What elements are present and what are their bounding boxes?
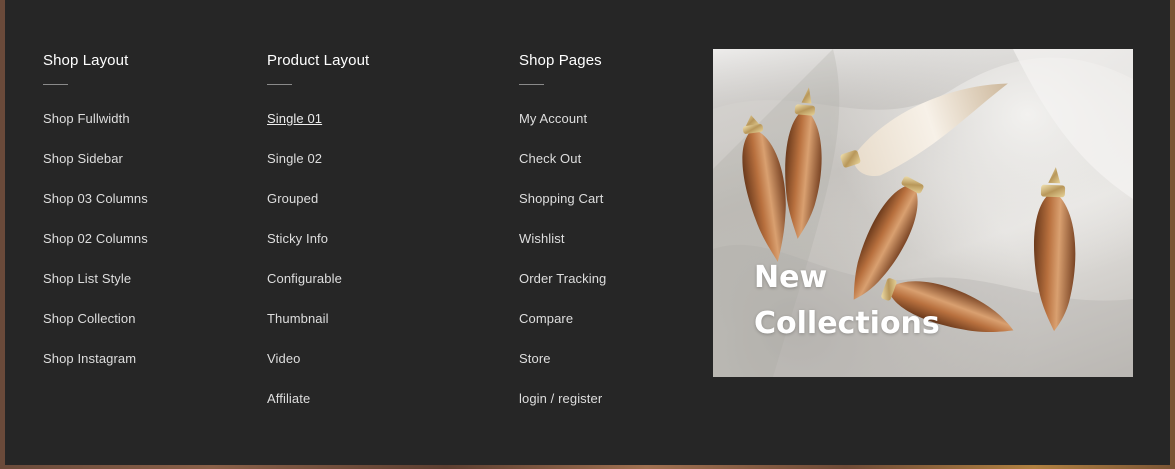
column-title: Shop Layout xyxy=(43,52,129,69)
column-title: Shop Pages xyxy=(519,52,602,69)
link-list: Shop Fullwidth Shop Sidebar Shop 03 Colu… xyxy=(43,110,243,390)
menu-link-my-account[interactable]: My Account xyxy=(519,111,587,127)
menu-link-video[interactable]: Video xyxy=(267,351,301,367)
banner-title-line-1: New xyxy=(754,260,828,295)
new-collections-banner[interactable]: New Collections xyxy=(713,49,1133,377)
title-underline xyxy=(43,84,68,85)
menu-link-shop-instagram[interactable]: Shop Instagram xyxy=(43,351,136,367)
menu-link-configurable[interactable]: Configurable xyxy=(267,271,342,287)
menu-link-shopping-cart[interactable]: Shopping Cart xyxy=(519,191,603,207)
column-shop-layout: Shop Layout Shop Fullwidth Shop Sidebar … xyxy=(43,52,243,390)
link-list: My Account Check Out Shopping Cart Wishl… xyxy=(519,110,689,430)
menu-link-check-out[interactable]: Check Out xyxy=(519,151,581,167)
link-list: Single 01 Single 02 Grouped Sticky Info … xyxy=(267,110,487,430)
menu-link-shop-02-columns[interactable]: Shop 02 Columns xyxy=(43,231,148,247)
column-product-layout: Product Layout Single 01 Single 02 Group… xyxy=(267,52,487,430)
menu-link-shop-fullwidth[interactable]: Shop Fullwidth xyxy=(43,111,130,127)
title-underline xyxy=(519,84,544,85)
menu-link-sticky-info[interactable]: Sticky Info xyxy=(267,231,328,247)
banner-title-line-2: Collections xyxy=(754,306,940,341)
menu-link-grouped[interactable]: Grouped xyxy=(267,191,318,207)
menu-link-single-01[interactable]: Single 01 xyxy=(267,111,322,127)
menu-link-shop-list-style[interactable]: Shop List Style xyxy=(43,271,131,287)
mega-menu-panel: Shop Layout Shop Fullwidth Shop Sidebar … xyxy=(5,0,1170,465)
menu-link-shop-sidebar[interactable]: Shop Sidebar xyxy=(43,151,123,167)
menu-link-single-02[interactable]: Single 02 xyxy=(267,151,322,167)
title-underline xyxy=(267,84,292,85)
menu-link-compare[interactable]: Compare xyxy=(519,311,573,327)
column-shop-pages: Shop Pages My Account Check Out Shopping… xyxy=(519,52,689,430)
menu-link-thumbnail[interactable]: Thumbnail xyxy=(267,311,329,327)
menu-link-shop-collection[interactable]: Shop Collection xyxy=(43,311,136,327)
menu-link-login-register[interactable]: login / register xyxy=(519,391,602,407)
menu-link-affiliate[interactable]: Affiliate xyxy=(267,391,310,407)
menu-link-order-tracking[interactable]: Order Tracking xyxy=(519,271,606,287)
banner-title: New Collections xyxy=(754,255,1014,347)
menu-link-wishlist[interactable]: Wishlist xyxy=(519,231,565,247)
menu-link-store[interactable]: Store xyxy=(519,351,551,367)
menu-link-shop-03-columns[interactable]: Shop 03 Columns xyxy=(43,191,148,207)
column-title: Product Layout xyxy=(267,52,370,69)
